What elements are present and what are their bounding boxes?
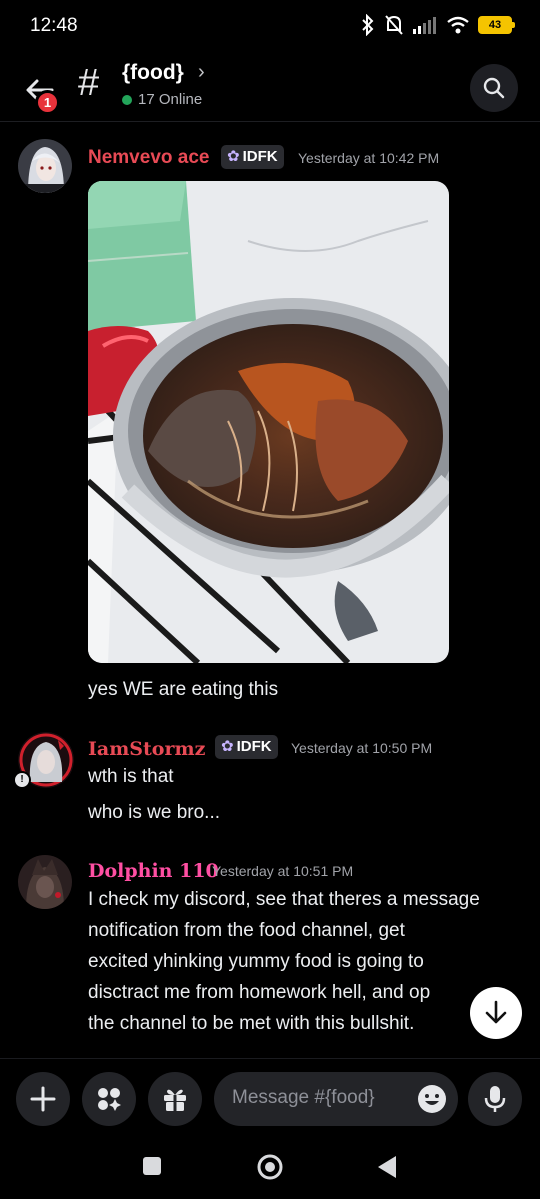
voice-message-button[interactable] bbox=[468, 1072, 522, 1126]
microphone-icon bbox=[484, 1086, 506, 1112]
battery-indicator: 43 bbox=[478, 16, 515, 34]
message-text: who is we bro... bbox=[88, 802, 220, 823]
message-input-placeholder: Message #{food} bbox=[232, 1087, 375, 1108]
gift-icon bbox=[164, 1089, 186, 1111]
flower-icon: ✿ bbox=[221, 738, 234, 755]
search-button[interactable] bbox=[470, 64, 518, 112]
message-author[interactable]: Dolphin 110 bbox=[88, 860, 219, 882]
wifi-icon bbox=[447, 16, 469, 34]
hash-icon: # bbox=[78, 62, 100, 104]
online-count: 17 Online bbox=[138, 91, 203, 108]
jump-to-bottom-button[interactable] bbox=[470, 987, 522, 1039]
activity-badge: ! bbox=[13, 771, 31, 789]
mute-bell-icon bbox=[385, 15, 403, 35]
message-text: disctract me from homework hell, and op bbox=[88, 982, 431, 1003]
notification-badge: 1 bbox=[35, 90, 60, 115]
message-text: I check my discord, see that theres a me… bbox=[88, 889, 480, 910]
flower-icon: ✿ bbox=[227, 148, 240, 165]
message-composer: Message #{food} bbox=[0, 1058, 540, 1138]
message-timestamp: Yesterday at 10:42 PM bbox=[298, 150, 440, 166]
message-text: the channel to be met with this bullshit… bbox=[88, 1013, 415, 1034]
apps-button[interactable] bbox=[82, 1072, 136, 1126]
search-icon bbox=[483, 77, 505, 99]
back-icon[interactable] bbox=[376, 1154, 398, 1180]
add-attachment-button[interactable] bbox=[16, 1072, 70, 1126]
role-tag[interactable]: ✿ IDFK bbox=[215, 735, 278, 759]
avatar[interactable] bbox=[18, 855, 72, 909]
message-image-attachment[interactable] bbox=[88, 181, 449, 663]
message-text: wth is that bbox=[88, 766, 174, 787]
message-author[interactable]: Nemvevo ace bbox=[88, 147, 209, 169]
message-text: yes WE are eating this bbox=[88, 679, 279, 700]
signal-icon bbox=[413, 17, 436, 34]
online-status-dot bbox=[122, 95, 132, 105]
status-icons: 43 bbox=[360, 14, 515, 36]
status-time: 12:48 bbox=[30, 15, 78, 36]
message-author[interactable]: IamStormz bbox=[88, 738, 205, 760]
channel-header: 1 # {food} › 17 Online bbox=[0, 56, 540, 122]
message-input[interactable]: Message #{food} bbox=[214, 1072, 458, 1126]
emoji-icon[interactable] bbox=[416, 1083, 448, 1115]
role-tag[interactable]: ✿ IDFK bbox=[221, 145, 284, 169]
message-text: notification from the food channel, get bbox=[88, 920, 405, 941]
arrow-down-icon bbox=[485, 1000, 507, 1024]
chevron-right-icon[interactable]: › bbox=[198, 61, 205, 84]
channel-name[interactable]: {food} bbox=[122, 61, 184, 85]
status-bar: 12:48 43 bbox=[0, 0, 540, 54]
role-tag-label: IDFK bbox=[236, 738, 272, 755]
message-text: excited yhinking yummy food is going to bbox=[88, 951, 424, 972]
avatar[interactable] bbox=[18, 139, 72, 193]
message-timestamp: Yesterday at 10:50 PM bbox=[291, 740, 433, 756]
gift-button[interactable] bbox=[148, 1072, 202, 1126]
plus-icon bbox=[30, 1086, 56, 1112]
recent-apps-icon[interactable] bbox=[142, 1156, 162, 1176]
home-icon[interactable] bbox=[256, 1153, 284, 1181]
apps-icon bbox=[98, 1088, 121, 1111]
system-navigation-bar bbox=[0, 1140, 540, 1199]
role-tag-label: IDFK bbox=[242, 148, 278, 165]
bluetooth-icon bbox=[362, 14, 374, 36]
message-timestamp: Yesterday at 10:51 PM bbox=[212, 863, 354, 879]
